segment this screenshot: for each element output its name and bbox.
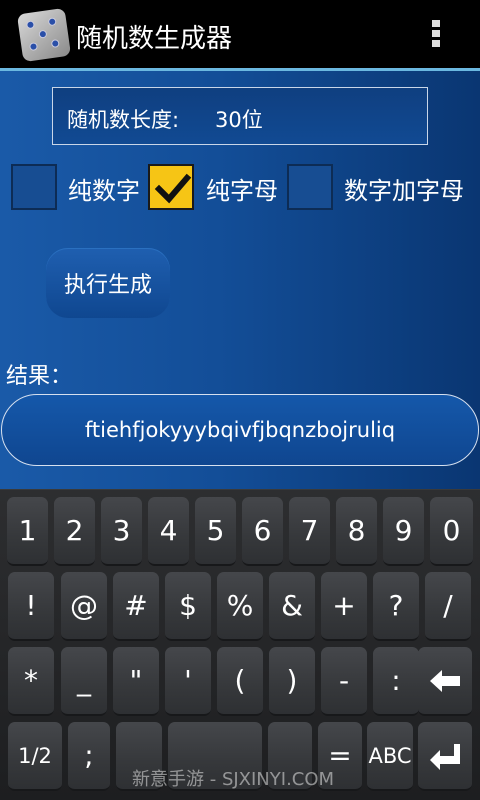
checkbox-mixed[interactable] [287,164,333,210]
length-field[interactable]: 随机数长度: 30位 [52,87,428,145]
key-semicolon[interactable]: ; [68,722,110,791]
key-5[interactable]: 5 [195,497,236,566]
key-9[interactable]: 9 [383,497,424,566]
checkmark-icon [154,173,192,204]
key-plus[interactable]: + [321,572,367,641]
dice-icon [16,7,72,63]
enter-icon [430,743,460,770]
key-7[interactable]: 7 [289,497,330,566]
key-exclamation[interactable]: ! [8,572,54,641]
key-single-quote[interactable]: ' [165,647,211,716]
action-bar: 随机数生成器 [0,0,480,71]
key-0[interactable]: 0 [430,497,473,566]
key-hash[interactable]: # [113,572,159,641]
checkbox-digits[interactable] [11,164,57,210]
key-close-paren[interactable]: ) [269,647,315,716]
checkbox-digits-label[interactable]: 纯数字 [68,171,140,206]
key-3[interactable]: 3 [101,497,142,566]
backspace-icon [430,669,460,692]
key-ampersand[interactable]: & [269,572,315,641]
checkbox-letters-label[interactable]: 纯字母 [206,171,278,206]
generate-button[interactable]: 执行生成 [46,248,170,318]
length-value: 30位 [215,108,263,132]
key-1[interactable]: 1 [7,497,48,566]
key-percent[interactable]: % [217,572,263,641]
backspace-key[interactable] [418,647,472,716]
key-6[interactable]: 6 [242,497,283,566]
key-shift-page[interactable]: 1/2 [8,722,62,791]
checkbox-mixed-label[interactable]: 数字加字母 [344,171,464,206]
main-content: 随机数长度: 30位 纯数字 纯字母 数字加字母 执行生成 结果： ftiehf… [0,71,480,489]
app-title: 随机数生成器 [76,24,233,54]
watermark: 新意手游 - SJXINYI.COM [132,769,335,790]
key-minus[interactable]: - [321,647,367,716]
length-label: 随机数长度: [67,108,180,132]
key-open-paren[interactable]: ( [217,647,263,716]
overflow-menu-icon[interactable] [432,20,442,52]
key-question[interactable]: ? [373,572,419,641]
key-2[interactable]: 2 [54,497,95,566]
key-dollar[interactable]: $ [165,572,211,641]
key-8[interactable]: 8 [336,497,377,566]
enter-key[interactable] [418,722,472,791]
key-colon[interactable]: : [373,647,419,716]
key-slash[interactable]: / [425,572,471,641]
abc-key[interactable]: ABC [367,722,413,791]
result-label: 结果： [6,364,73,389]
checkbox-letters[interactable] [148,164,194,210]
key-asterisk[interactable]: * [8,647,54,716]
key-at[interactable]: @ [61,572,107,641]
key-double-quote[interactable]: " [113,647,159,716]
result-field[interactable]: ftiehfjokyyybqivfjbqnzbojruliq [1,394,479,466]
result-value: ftiehfjokyyybqivfjbqnzbojruliq [84,418,396,442]
key-underscore[interactable]: _ [61,647,107,716]
key-4[interactable]: 4 [148,497,189,566]
